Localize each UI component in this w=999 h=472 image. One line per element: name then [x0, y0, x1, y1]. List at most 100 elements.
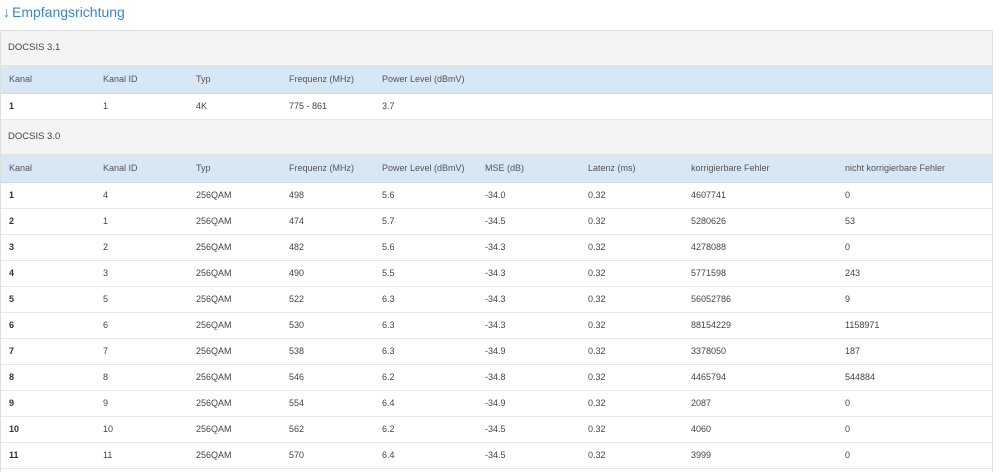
cell-latenz: 0.32	[588, 190, 606, 200]
table-row: 9 9 256QAM 554 6.4 -34.9 0.32 2087 0	[1, 391, 992, 417]
cell-kanal: 9	[9, 398, 15, 408]
cell-nicht-korrigierbare-fehler: 243	[845, 268, 861, 278]
docsis31-table: Kanal Kanal ID Typ Frequenz (MHz) Power …	[1, 66, 992, 120]
section-title-label: Empfangsrichtung	[12, 4, 125, 20]
cell-korrigierbare-fehler: 56052786	[691, 294, 732, 304]
cell-power-level: 6.4	[382, 398, 395, 408]
cell-korrigierbare-fehler: 2087	[691, 398, 712, 408]
cell-mse: -34.3	[485, 294, 506, 304]
cell-mse: -34.9	[485, 346, 506, 356]
cell-typ: 256QAM	[196, 268, 232, 278]
cell-kanal-id: 10	[103, 424, 114, 434]
cell-korrigierbare-fehler: 88154229	[691, 320, 732, 330]
cell-nicht-korrigierbare-fehler: 0	[845, 450, 851, 460]
cable-channel-page: ↓ Empfangsrichtung DOCSIS 3.1 Kanal Kanal…	[0, 0, 999, 472]
cell-latenz: 0.32	[588, 398, 606, 408]
cell-kanal: 2	[9, 216, 15, 226]
cell-kanal-id: 11	[103, 450, 113, 460]
cell-power-level: 6.2	[382, 372, 395, 382]
cell-frequenz: 570	[289, 450, 305, 460]
cell-kanal: 4	[9, 268, 15, 278]
cell-mse: -34.0	[485, 190, 506, 200]
column-header-typ: Typ	[196, 74, 211, 84]
docsis31-column-header-row: Kanal Kanal ID Typ Frequenz (MHz) Power …	[1, 66, 992, 94]
docsis30-group-header: DOCSIS 3.0	[1, 120, 992, 155]
cell-kanal: 8	[9, 372, 15, 382]
column-header-nicht-korrigierbare-fehler: nicht korrigierbare Fehler	[845, 163, 946, 173]
cell-power-level: 6.3	[382, 294, 395, 304]
cell-power-level: 5.6	[382, 190, 395, 200]
cell-frequenz: 474	[289, 216, 305, 226]
cell-korrigierbare-fehler: 5771598	[691, 268, 727, 278]
cell-mse: -34.9	[485, 398, 506, 408]
cell-kanal: 3	[9, 242, 15, 252]
table-row: 3 2 256QAM 482 5.6 -34.3 0.32 4278088 0	[1, 235, 992, 261]
cell-kanal-id: 6	[103, 320, 109, 330]
cell-korrigierbare-fehler: 4607741	[691, 190, 727, 200]
table-row: 10 10 256QAM 562 6.2 -34.5 0.32 4060 0	[1, 417, 992, 443]
cell-korrigierbare-fehler: 4278088	[691, 242, 727, 252]
cell-latenz: 0.32	[588, 346, 606, 356]
cell-frequenz: 482	[289, 242, 305, 252]
cell-latenz: 0.32	[588, 450, 606, 460]
cell-mse: -34.5	[485, 450, 506, 460]
cell-typ: 256QAM	[196, 424, 232, 434]
cell-nicht-korrigierbare-fehler: 187	[845, 346, 861, 356]
cell-power-level: 5.6	[382, 242, 395, 252]
docsis30-table: Kanal Kanal ID Typ Frequenz (MHz) Power …	[1, 155, 992, 469]
cell-kanal: 1	[9, 101, 15, 111]
table-row: 11 11 256QAM 570 6.4 -34.5 0.32 3999 0	[1, 443, 992, 469]
table-row: 4 3 256QAM 490 5.5 -34.3 0.32 5771598 243	[1, 261, 992, 287]
section-toggle-empfangsrichtung[interactable]: ↓ Empfangsrichtung	[3, 2, 125, 22]
cell-nicht-korrigierbare-fehler: 0	[845, 242, 851, 252]
cell-nicht-korrigierbare-fehler: 0	[845, 424, 851, 434]
cell-kanal-id: 1	[103, 216, 109, 226]
cell-mse: -34.8	[485, 372, 506, 382]
cell-kanal-id: 4	[103, 190, 109, 200]
cell-latenz: 0.32	[588, 268, 606, 278]
cell-power-level: 6.2	[382, 424, 395, 434]
cell-power-level: 6.3	[382, 320, 395, 330]
docsis31-group-header: DOCSIS 3.1	[1, 31, 992, 66]
cell-power-level: 5.7	[382, 216, 395, 226]
cell-nicht-korrigierbare-fehler: 9	[845, 294, 851, 304]
cell-latenz: 0.32	[588, 372, 606, 382]
column-header-power-level: Power Level (dBmV)	[382, 74, 465, 84]
cell-latenz: 0.32	[588, 294, 606, 304]
cell-typ: 256QAM	[196, 450, 232, 460]
cell-korrigierbare-fehler: 3999	[691, 450, 712, 460]
cell-nicht-korrigierbare-fehler: 0	[845, 398, 851, 408]
column-header-kanal-id: Kanal ID	[103, 74, 138, 84]
column-header-power-level: Power Level (dBmV)	[382, 163, 465, 173]
cell-typ: 256QAM	[196, 190, 232, 200]
cell-kanal-id: 2	[103, 242, 109, 252]
cell-kanal-id: 1	[103, 101, 109, 111]
cell-mse: -34.3	[485, 268, 506, 278]
cell-frequenz: 546	[289, 372, 305, 382]
downstream-panel: DOCSIS 3.1 Kanal Kanal ID Typ Frequenz (…	[0, 30, 993, 472]
cell-typ: 256QAM	[196, 320, 232, 330]
table-row: 1 4 256QAM 498 5.6 -34.0 0.32 4607741 0	[1, 183, 992, 209]
column-header-latenz: Latenz (ms)	[588, 163, 636, 173]
cell-korrigierbare-fehler: 3378050	[691, 346, 727, 356]
cell-kanal: 11	[9, 450, 19, 460]
table-row: 8 8 256QAM 546 6.2 -34.8 0.32 4465794 544884	[1, 365, 992, 391]
table-row: 1 1 4K 775 - 861 3.7	[1, 94, 992, 120]
cell-frequenz: 498	[289, 190, 305, 200]
cell-nicht-korrigierbare-fehler: 0	[845, 190, 851, 200]
cell-frequenz: 554	[289, 398, 305, 408]
cell-power-level: 5.5	[382, 268, 395, 278]
cell-kanal: 7	[9, 346, 15, 356]
cell-mse: -34.5	[485, 424, 506, 434]
arrow-down-icon: ↓	[3, 4, 10, 20]
table-row: 5 5 256QAM 522 6.3 -34.3 0.32 56052786 9	[1, 287, 992, 313]
cell-typ: 4K	[196, 101, 208, 111]
cell-korrigierbare-fehler: 4060	[691, 424, 712, 434]
column-header-kanal: Kanal	[9, 163, 33, 173]
cell-nicht-korrigierbare-fehler: 544884	[845, 372, 876, 382]
cell-kanal: 1	[9, 190, 15, 200]
cell-frequenz: 562	[289, 424, 305, 434]
cell-latenz: 0.32	[588, 320, 606, 330]
cell-kanal: 6	[9, 320, 15, 330]
cell-kanal-id: 3	[103, 268, 109, 278]
